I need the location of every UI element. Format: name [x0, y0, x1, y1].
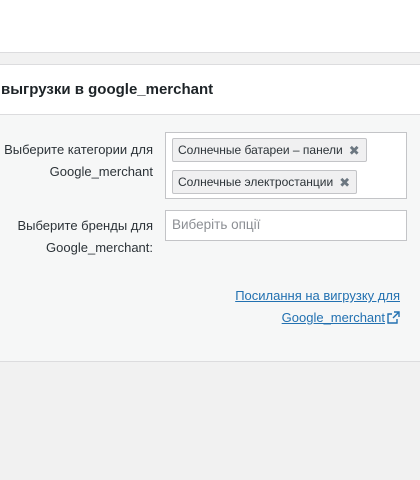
top-bar [0, 0, 420, 53]
category-tag: Солнечные батареи – панели ✖ [172, 138, 367, 162]
remove-tag-icon[interactable]: ✖ [339, 176, 350, 189]
category-tag-label: Солнечные электростанции [178, 175, 334, 189]
category-tag-label: Солнечные батареи – панели [178, 143, 343, 157]
categories-label-line1: Выберите категории для [4, 142, 153, 157]
brands-label-line2: Google_merchant: [46, 240, 153, 255]
brands-multiselect[interactable]: Виберіть опції [165, 210, 407, 241]
settings-panel: выгрузки в google_merchant Выберите кате… [0, 64, 420, 362]
brands-label: Выберите бренды для Google_merchant: [17, 215, 153, 259]
brands-placeholder: Виберіть опції [172, 217, 261, 232]
panel-title: выгрузки в google_merchant [1, 81, 214, 98]
category-tag: Солнечные электростанции ✖ [172, 170, 358, 194]
categories-label: Выберите категории для Google_merchant [4, 139, 153, 183]
export-link-block: Посилання на вигрузку для Google_merchan… [235, 285, 400, 331]
export-link-line2[interactable]: Google_merchant [282, 310, 385, 325]
external-link-icon[interactable] [387, 309, 400, 331]
categories-label-line2: Google_merchant [49, 164, 153, 179]
export-link[interactable]: Посилання на вигрузку для [235, 288, 400, 303]
categories-multiselect[interactable]: Солнечные батареи – панели ✖ Солнечные э… [165, 132, 407, 199]
panel-header: выгрузки в google_merchant [0, 65, 420, 115]
brands-label-line1: Выберите бренды для [17, 218, 153, 233]
remove-tag-icon[interactable]: ✖ [349, 144, 360, 157]
